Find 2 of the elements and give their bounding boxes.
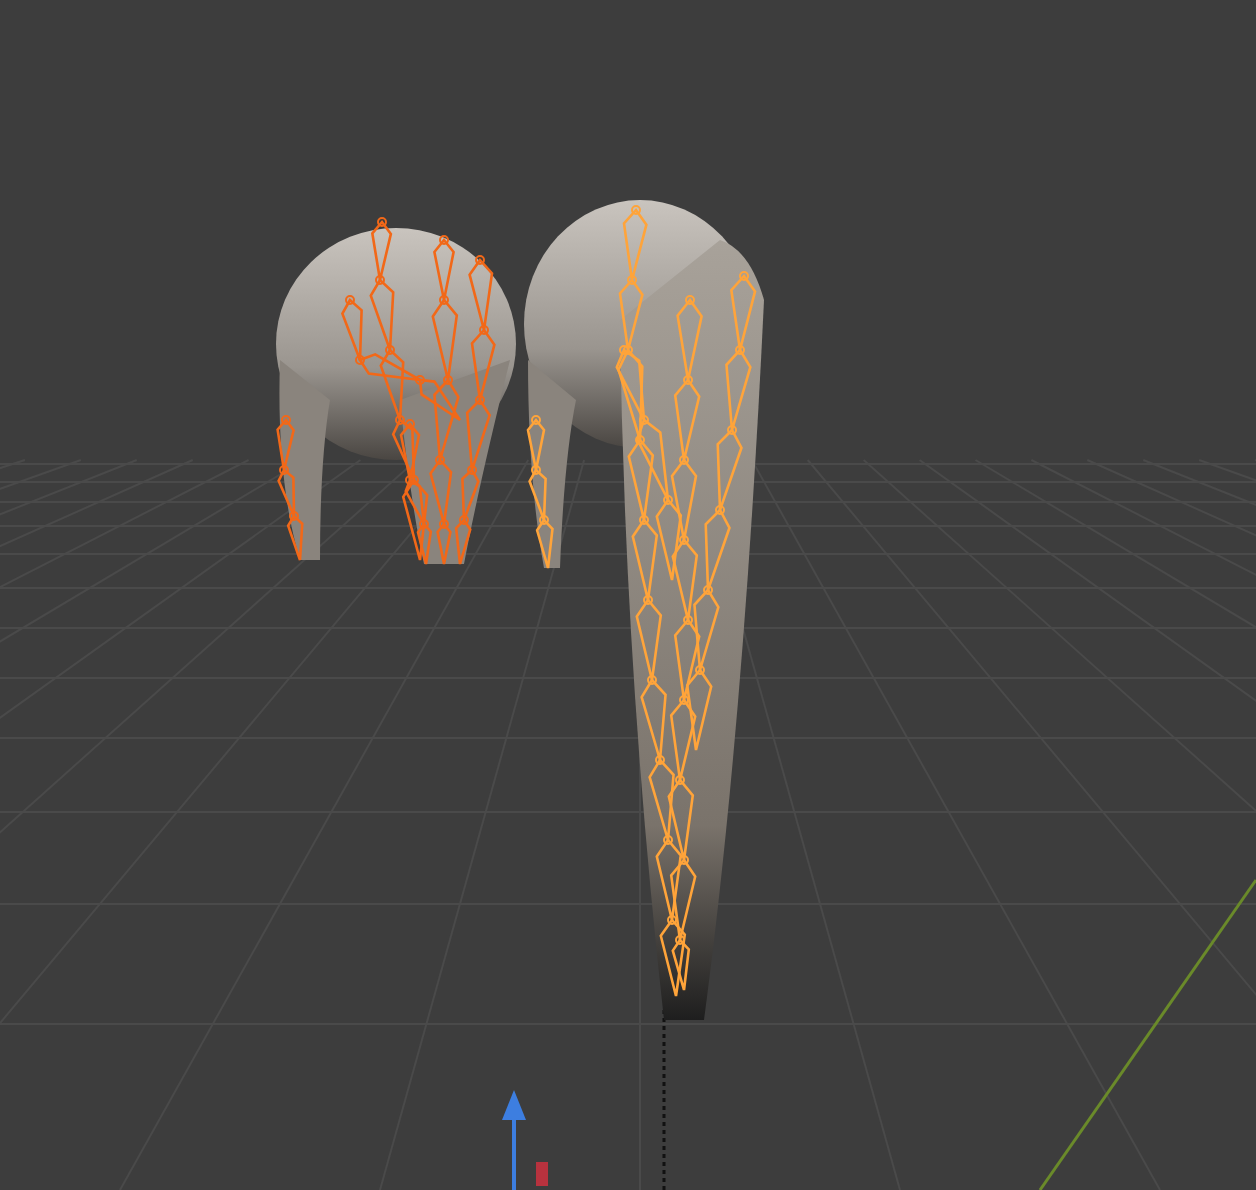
z-axis-arrow (502, 1090, 526, 1190)
origin-marker (536, 1162, 548, 1186)
